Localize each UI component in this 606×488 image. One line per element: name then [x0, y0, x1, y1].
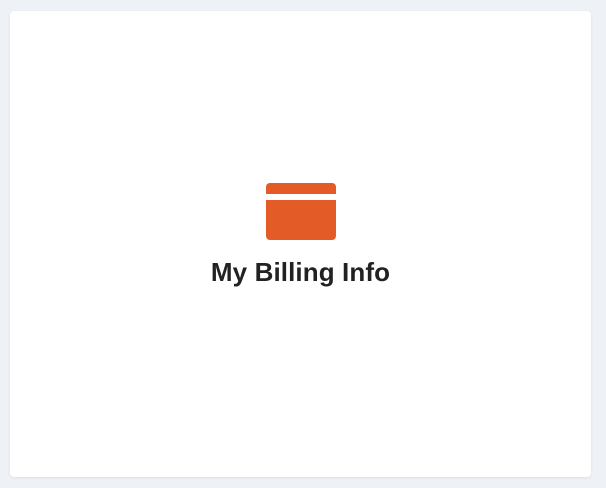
billing-info-card[interactable]: My Billing Info	[10, 11, 591, 477]
card-title: My Billing Info	[210, 257, 391, 287]
credit-card-icon	[265, 183, 336, 240]
